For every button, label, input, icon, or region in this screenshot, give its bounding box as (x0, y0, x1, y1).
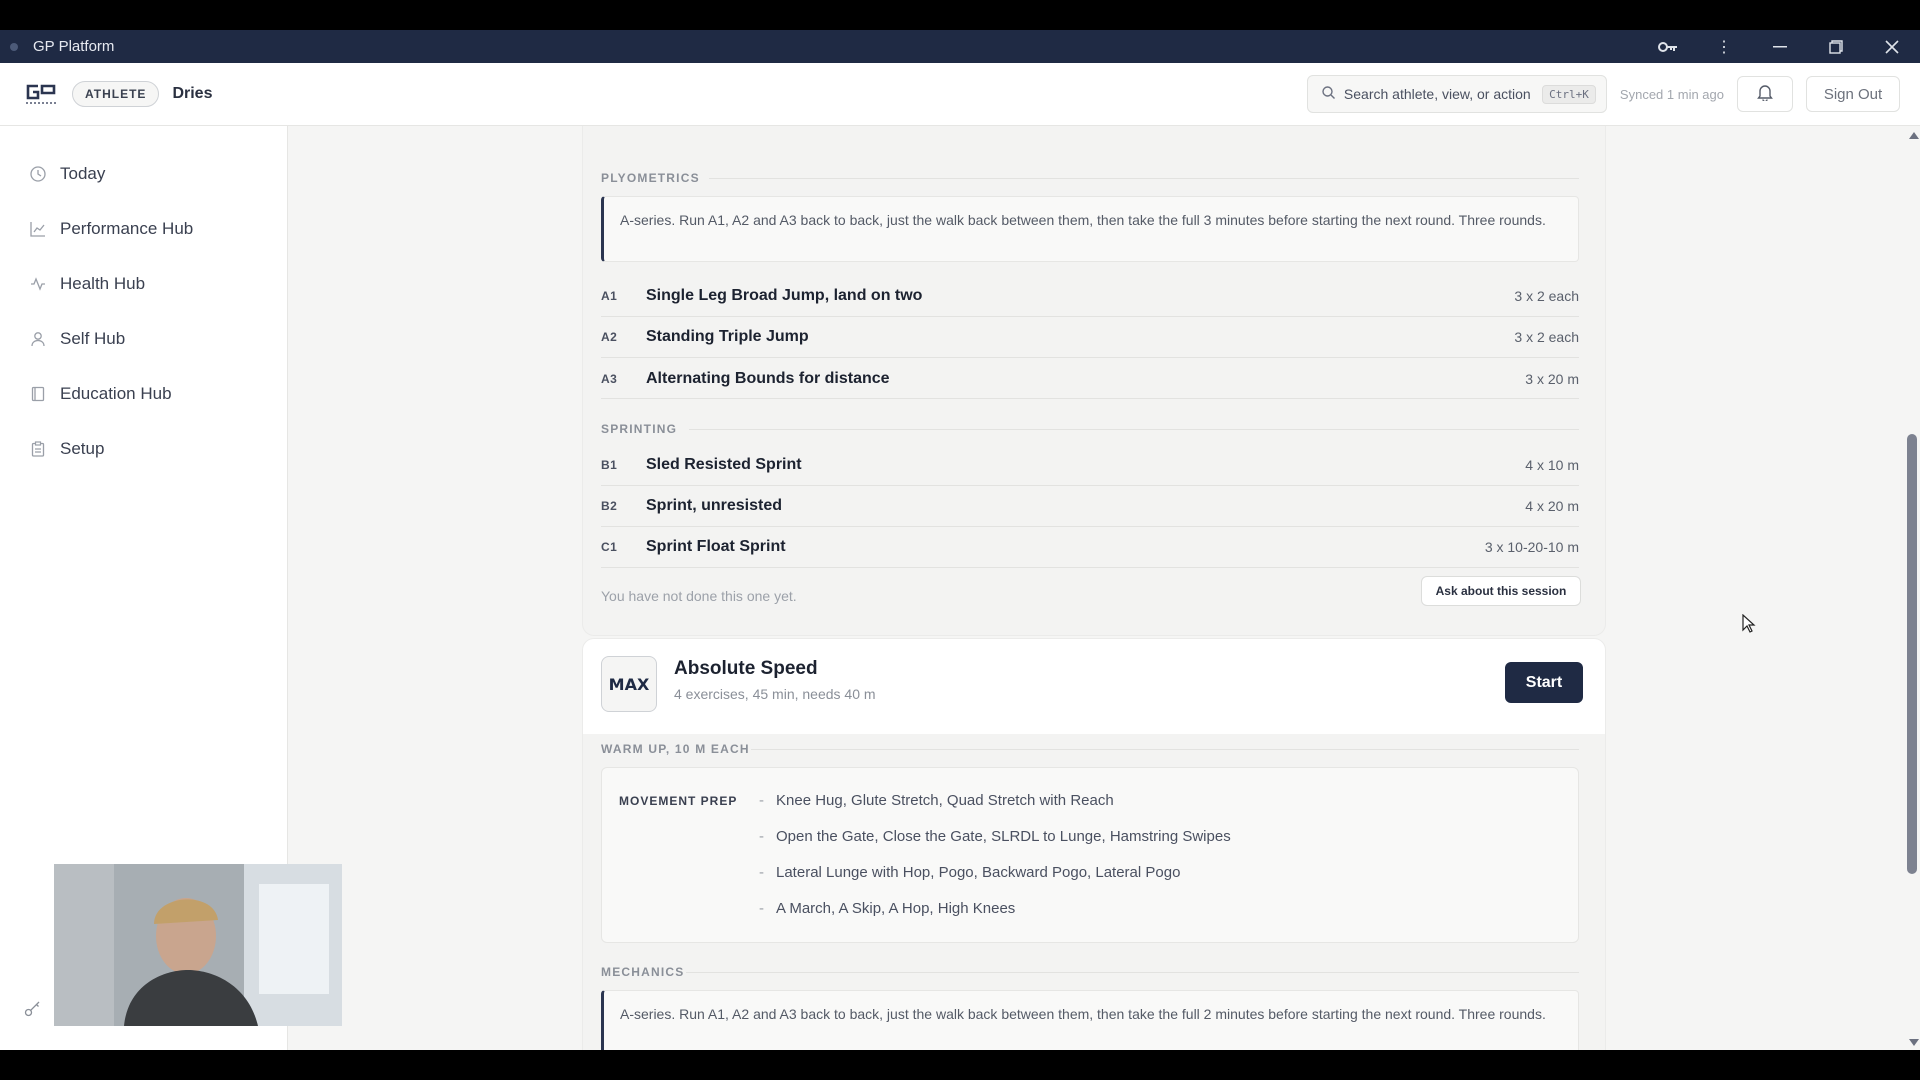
prep-item-text: Lateral Lunge with Hop, Pogo, Backward P… (776, 864, 1181, 881)
scroll-up-arrow[interactable] (1909, 132, 1919, 139)
bell-icon (1757, 83, 1773, 106)
exercise-code: B2 (601, 499, 618, 513)
section-heading: PLYOMETRICS (601, 171, 700, 185)
screen-frame: GP Platform ⋮ ATHLETE Dries Search athle… (0, 0, 1920, 1080)
divider (709, 178, 1579, 179)
clock-icon (29, 165, 47, 183)
book-icon (29, 385, 47, 403)
session-status: You have not done this one yet. (601, 588, 797, 604)
search-placeholder: Search athlete, view, or action (1343, 86, 1531, 102)
exercise-row[interactable]: A2 Standing Triple Jump 3 x 2 each (601, 317, 1579, 358)
ask-about-session-button[interactable]: Ask about this session (1421, 576, 1581, 606)
webcam-overlay[interactable] (54, 864, 342, 1026)
pulse-icon (29, 275, 47, 293)
person-icon (29, 330, 47, 348)
section-heading: WARM UP, 10 M EACH (601, 742, 750, 756)
exercise-code: A3 (601, 371, 618, 386)
exercise-name: Single Leg Broad Jump, land on two (646, 287, 923, 304)
window-title: GP Platform (33, 38, 115, 55)
exercise-name: Alternating Bounds for distance (646, 369, 890, 387)
chart-icon (29, 220, 47, 238)
notifications-button[interactable] (1737, 76, 1793, 112)
exercise-dose: 3 x 10-20-10 m (1484, 539, 1579, 555)
session-note: A-series. Run A1, A2 and A3 back to back… (601, 990, 1579, 1050)
exercise-name: Sprint, unresisted (646, 497, 783, 514)
exercise-dose: 3 x 2 each (1514, 329, 1579, 345)
movement-prep-label: MOVEMENT PREP (619, 794, 738, 808)
key-icon[interactable] (24, 999, 42, 1022)
exercise-name: Standing Triple Jump (646, 328, 809, 345)
close-button[interactable] (1864, 30, 1920, 63)
exercise-name: Sprint Float Sprint (646, 538, 786, 555)
role-badge[interactable]: ATHLETE (72, 81, 160, 107)
divider (601, 398, 1579, 399)
prep-item: - Open the Gate, Close the Gate, SLRDL to… (759, 828, 1231, 845)
sidebar-item-education-hub[interactable]: Education Hub (0, 366, 287, 421)
sidebar-item-label: Performance Hub (60, 218, 194, 238)
exercise-row[interactable]: A1 Single Leg Broad Jump, land on two 3 … (601, 276, 1579, 317)
prep-item: - Lateral Lunge with Hop, Pogo, Backward … (759, 864, 1181, 881)
athlete-name: Dries (172, 85, 213, 102)
app-icon (10, 42, 18, 51)
exercise-dose: 3 x 2 each (1514, 288, 1579, 304)
divider (751, 749, 1579, 750)
main-content[interactable]: PLYOMETRICS A-series. Run A1, A2 and A3 … (289, 126, 1906, 1050)
exercise-code: A2 (601, 330, 618, 344)
exercise-code: A1 (601, 289, 618, 303)
exercise-dose: 3 x 20 m (1525, 370, 1579, 387)
exercise-dose: 4 x 20 m (1525, 498, 1579, 514)
prep-item: - Knee Hug, Glute Stretch, Quad Stretch w… (759, 792, 1114, 809)
section-heading: MECHANICS (601, 965, 685, 979)
prep-item: -A March, A Skip, A Hop, High Knees (759, 900, 1016, 917)
restore-button[interactable] (1808, 30, 1864, 63)
sidebar-item-label: Education Hub (60, 383, 172, 403)
sidebar-item-label: Today (60, 163, 106, 183)
minimize-button[interactable] (1752, 30, 1808, 63)
sync-status: Synced 1 min ago (1619, 86, 1724, 102)
divider (689, 429, 1579, 430)
scroll-thumb[interactable] (1907, 434, 1917, 874)
sidebar-item-today[interactable]: Today (0, 146, 287, 201)
sidebar-item-label: Self Hub (60, 328, 126, 348)
exercise-row[interactable]: B1 Sled Resisted Sprint 4 x 10 m (601, 445, 1579, 486)
exercise-row[interactable]: B2 Sprint, unresisted 4 x 20 m (601, 486, 1579, 527)
clipboard-icon (29, 440, 47, 458)
exercise-row[interactable]: A3 Alternating Bounds for distance 3 x 2… (601, 358, 1579, 399)
sign-out-button[interactable]: Sign Out (1806, 76, 1900, 112)
sidebar-item-label: Setup (60, 438, 105, 458)
exercise-code: C1 (601, 540, 618, 554)
search-input[interactable]: Search athlete, view, or action Ctrl+K (1306, 75, 1607, 113)
scrollbar[interactable] (1906, 126, 1920, 1050)
sidebar-nav: Today Performance Hub Health Hub Self Hu… (0, 126, 287, 476)
section-heading: SPRINTING (601, 422, 678, 436)
exercise-dose: 4 x 10 m (1525, 457, 1579, 473)
app-header: ATHLETE Dries Search athlete, view, or a… (0, 63, 1920, 126)
session-note: A-series. Run A1, A2 and A3 back to back… (601, 196, 1579, 262)
sidebar-item-health-hub[interactable]: Health Hub (0, 256, 287, 311)
exercise-code: B1 (601, 458, 618, 472)
prep-item-text: Knee Hug, Glute Stretch, Quad Stretch wi… (776, 792, 1114, 809)
session-title: Absolute Speed (674, 658, 818, 679)
mouse-cursor (1742, 613, 1756, 639)
session-summary: 4 exercises, 45 min, needs 40 m (674, 686, 876, 702)
sidebar-item-label: Health Hub (60, 273, 146, 293)
sidebar-item-self-hub[interactable]: Self Hub (0, 311, 287, 366)
scroll-down-arrow[interactable] (1909, 1039, 1919, 1046)
more-menu-icon[interactable]: ⋮ (1696, 30, 1752, 63)
search-icon (1322, 86, 1335, 102)
exercise-name: Sled Resisted Sprint (646, 456, 802, 473)
intensity-badge: MAX (601, 656, 657, 712)
exercise-row[interactable]: C1 Sprint Float Sprint 3 x 10-20-10 m (601, 527, 1579, 568)
sidebar-item-setup[interactable]: Setup (0, 421, 287, 476)
gp-logo[interactable] (24, 83, 60, 105)
prep-item-text: Open the Gate, Close the Gate, SLRDL to … (776, 828, 1231, 845)
sidebar-item-performance-hub[interactable]: Performance Hub (0, 201, 287, 256)
key-manager-icon[interactable] (1640, 30, 1696, 63)
start-button[interactable]: Start (1505, 662, 1583, 703)
search-shortcut: Ctrl+K (1542, 84, 1596, 104)
divider (686, 972, 1579, 973)
prep-item-text: A March, A Skip, A Hop, High Knees (776, 900, 1016, 917)
title-bar: GP Platform ⋮ (0, 30, 1920, 63)
